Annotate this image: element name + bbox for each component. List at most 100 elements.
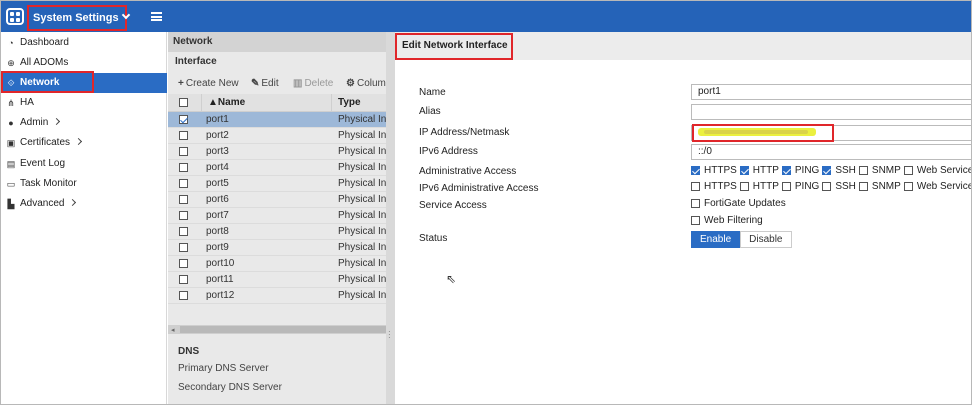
option-label: SNMP: [871, 165, 901, 176]
row-checkbox[interactable]: [179, 131, 188, 140]
access-option-ssh[interactable]: SSH: [822, 165, 856, 176]
access-option-web-service[interactable]: Web Service: [903, 181, 971, 192]
access-option-ssh[interactable]: SSH: [822, 181, 856, 192]
row-checkbox[interactable]: [179, 211, 188, 220]
row-checkbox[interactable]: [179, 195, 188, 204]
table-row[interactable]: port8 Physical Interface: [168, 224, 386, 240]
system-settings-menu[interactable]: System Settings: [27, 5, 130, 31]
access-option-https[interactable]: HTTPS: [691, 165, 737, 176]
option-checkbox[interactable]: [691, 166, 700, 175]
row-checkbox[interactable]: [179, 259, 188, 268]
edit-label: Edit: [261, 78, 279, 89]
option-checkbox[interactable]: [903, 182, 913, 191]
option-checkbox[interactable]: [691, 199, 700, 208]
sidebar-item-admin[interactable]: ● Admin: [1, 113, 167, 133]
gear-icon: ⚙: [346, 78, 355, 89]
sidebar-item-all-adoms[interactable]: ⊕ All ADOMs: [1, 53, 167, 73]
table-row[interactable]: port5 Physical Interface: [168, 176, 386, 192]
table-row[interactable]: port6 Physical Interface: [168, 192, 386, 208]
panel-resizer[interactable]: · · ·: [386, 32, 395, 404]
option-checkbox[interactable]: [739, 166, 749, 175]
table-row[interactable]: port12 Physical Interface: [168, 288, 386, 304]
type-column-header[interactable]: Type: [338, 97, 361, 108]
row-checkbox[interactable]: [179, 147, 188, 156]
fortinet-logo-icon[interactable]: [6, 8, 24, 25]
edit-button[interactable]: ✎ Edit: [251, 78, 279, 89]
sidebar-item-event-log[interactable]: ▤ Event Log: [1, 154, 167, 174]
row-checkbox[interactable]: [179, 163, 188, 172]
scrollbar-thumb[interactable]: [180, 326, 386, 333]
interface-name: port7: [206, 210, 229, 221]
interface-name: port9: [206, 242, 229, 253]
service-option-web-filtering[interactable]: Web Filtering: [691, 215, 763, 226]
option-checkbox[interactable]: [691, 182, 700, 191]
alias-field[interactable]: [691, 104, 971, 120]
sidebar-item-label: Admin: [20, 117, 49, 128]
access-option-https[interactable]: HTTPS: [691, 181, 737, 192]
table-row[interactable]: port11 Physical Interface: [168, 272, 386, 288]
delete-label: Delete: [304, 78, 334, 89]
task-monitor-icon: ▭: [6, 179, 16, 189]
select-all-checkbox[interactable]: [179, 98, 188, 107]
table-row[interactable]: port4 Physical Interface: [168, 160, 386, 176]
access-option-web-service[interactable]: Web Service: [903, 165, 972, 176]
delete-button[interactable]: ▥ Delete: [293, 78, 333, 89]
resize-grip-icon[interactable]: · · ·: [388, 328, 391, 342]
admin-access-label: Administrative Access: [419, 166, 517, 177]
access-option-snmp[interactable]: SNMP: [858, 165, 901, 176]
option-checkbox[interactable]: [781, 166, 791, 175]
ha-icon: ⋔: [7, 98, 15, 108]
create-new-button[interactable]: + Create New: [178, 78, 239, 89]
access-option-http[interactable]: HTTP: [739, 181, 779, 192]
interface-type: Physical Interface: [338, 226, 386, 237]
hamburger-menu-icon[interactable]: [151, 12, 162, 21]
access-option-ping[interactable]: PING: [781, 165, 819, 176]
sidebar-item-certificates[interactable]: ▣ Certificates: [1, 133, 167, 153]
row-checkbox[interactable]: [179, 275, 188, 284]
row-checkbox[interactable]: [179, 227, 188, 236]
interface-type: Physical Interface: [338, 290, 386, 301]
option-checkbox[interactable]: [739, 182, 749, 191]
chevron-right-icon: [53, 117, 61, 126]
disable-button[interactable]: Disable: [740, 231, 792, 248]
option-checkbox[interactable]: [858, 166, 868, 175]
sidebar-item-dashboard[interactable]: ◔ Dashboard: [1, 33, 167, 53]
option-label: HTTP: [752, 181, 779, 192]
sidebar-item-advanced[interactable]: ▙ Advanced: [1, 194, 167, 214]
access-option-http[interactable]: HTTP: [739, 165, 779, 176]
sidebar-item-label: All ADOMs: [20, 57, 69, 68]
ipv6-address-field[interactable]: ::/0: [691, 144, 971, 160]
table-row[interactable]: port3 Physical Interface: [168, 144, 386, 160]
access-option-ping[interactable]: PING: [781, 181, 820, 192]
enable-button[interactable]: Enable: [691, 231, 741, 248]
option-checkbox[interactable]: [858, 182, 868, 191]
row-checkbox[interactable]: [179, 291, 188, 300]
sidebar-item-ha[interactable]: ⋔ HA: [1, 93, 167, 113]
table-row[interactable]: port1 Physical Interface: [168, 112, 386, 128]
option-checkbox[interactable]: [691, 216, 700, 225]
row-checkbox[interactable]: [179, 243, 188, 252]
row-checkbox[interactable]: [179, 115, 188, 124]
option-checkbox[interactable]: [781, 182, 791, 191]
option-label: Web Service: [916, 165, 972, 176]
column-settings-button[interactable]: ⚙Column: [346, 78, 386, 89]
table-row[interactable]: port10 Physical Interface: [168, 256, 386, 272]
interface-type: Physical Interface: [338, 274, 386, 285]
scroll-left-icon[interactable]: ◂: [171, 326, 175, 334]
interface-type: Physical Interface: [338, 194, 386, 205]
table-row[interactable]: port2 Physical Interface: [168, 128, 386, 144]
option-checkbox[interactable]: [822, 166, 832, 175]
option-checkbox[interactable]: [822, 182, 832, 191]
service-option-fortigate-updates[interactable]: FortiGate Updates: [691, 198, 786, 209]
row-checkbox[interactable]: [179, 179, 188, 188]
horizontal-scrollbar[interactable]: ◂: [168, 325, 386, 334]
sidebar-item-task-monitor[interactable]: ▭ Task Monitor: [1, 174, 167, 194]
sidebar-item-label: Certificates: [20, 137, 71, 148]
table-row[interactable]: port9 Physical Interface: [168, 240, 386, 256]
option-label: PING: [794, 181, 820, 192]
access-option-snmp[interactable]: SNMP: [858, 181, 901, 192]
option-checkbox[interactable]: [903, 166, 913, 175]
name-field[interactable]: port1: [691, 84, 971, 100]
name-column-header[interactable]: ▲Name: [208, 97, 245, 108]
table-row[interactable]: port7 Physical Interface: [168, 208, 386, 224]
